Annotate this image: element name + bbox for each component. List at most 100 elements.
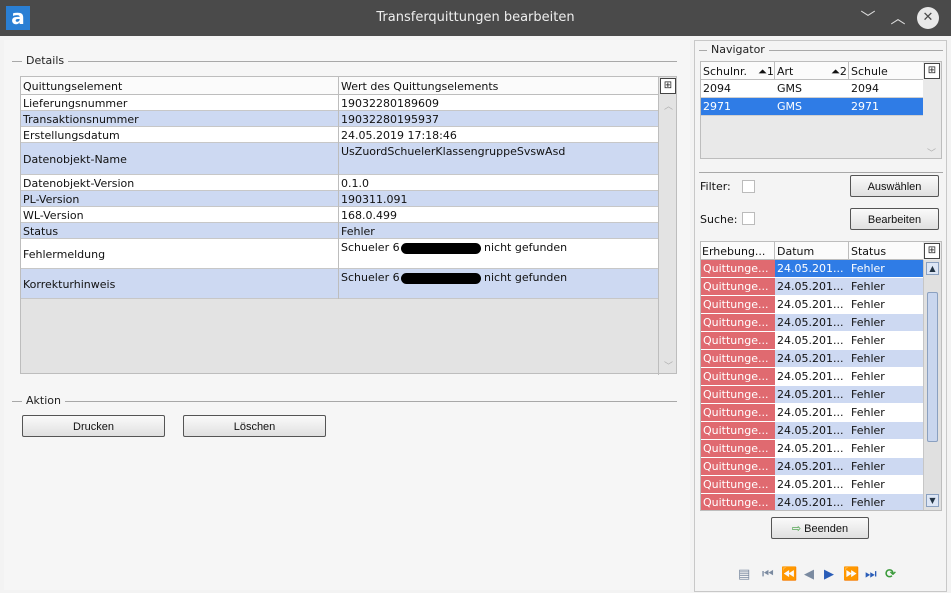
scrollbar-thumb[interactable]	[927, 292, 938, 442]
table-menu-icon[interactable]: ⊞	[924, 63, 940, 79]
table-row[interactable]: WL-Version 168.0.499	[21, 207, 658, 223]
receipt-log-table[interactable]: Erhebung... Datum Status ⊞ Quittunge... …	[700, 241, 942, 511]
cell-datum: 24.05.201...	[777, 298, 844, 311]
scroll-down-icon[interactable]: ﹀	[664, 359, 673, 372]
last-record-icon[interactable]: ⏭	[865, 567, 877, 582]
table-row[interactable]: Fehlermeldung Schueler 6 nicht gefunden	[21, 239, 658, 269]
cell-erhebung: Quittunge...	[701, 476, 775, 493]
column-header-schulnr[interactable]: Schulnr.	[703, 65, 747, 78]
finish-button-label: Beenden	[804, 523, 849, 535]
next-record-icon[interactable]: ▶	[824, 567, 834, 582]
scroll-up-icon[interactable]: ▲	[926, 262, 939, 275]
scroll-up-icon[interactable]: ︿	[664, 99, 673, 112]
navigator-group-label: Navigator	[707, 43, 769, 56]
left-panel: Details Quittungselement Wert des Quittu…	[4, 40, 690, 590]
table-row[interactable]: Quittunge... 24.05.201... Fehler	[701, 278, 923, 296]
table-row[interactable]: Datenobjekt-Version 0.1.0	[21, 175, 658, 191]
table-menu-icon[interactable]: ⊞	[924, 243, 940, 259]
cell-label: Lieferungsnummer	[23, 97, 128, 110]
details-table[interactable]: Quittungselement Wert des Quittungseleme…	[20, 76, 677, 375]
table-row[interactable]: Quittunge... 24.05.201... Fehler	[701, 386, 923, 404]
close-button[interactable]: ✕	[917, 7, 939, 29]
table-row[interactable]: Quittunge... 24.05.201... Fehler	[701, 458, 923, 476]
cell-status: Fehler	[851, 262, 885, 275]
table-row[interactable]: Quittunge... 24.05.201... Fehler	[701, 368, 923, 386]
select-button[interactable]: Auswählen	[850, 175, 939, 197]
cell-art: GMS	[777, 100, 802, 113]
previous-record-icon[interactable]: ◀	[804, 567, 814, 582]
column-separator	[338, 77, 339, 299]
column-header-art[interactable]: Art	[777, 65, 793, 78]
filter-checkbox[interactable]	[742, 180, 755, 193]
table-row[interactable]: 2094 GMS 2094	[701, 80, 923, 98]
cell-label: Fehlermeldung	[23, 248, 106, 261]
cell-status: Fehler	[851, 370, 885, 383]
sort-order: 1	[766, 65, 774, 78]
cell-value: 0.1.0	[341, 177, 369, 190]
table-row[interactable]: Quittunge... 24.05.201... Fehler	[701, 404, 923, 422]
cell-value: 168.0.499	[341, 209, 397, 222]
cell-label: Datenobjekt-Name	[23, 153, 127, 166]
table-row-selected[interactable]: Quittunge... 24.05.201... Fehler	[701, 260, 923, 278]
table-row[interactable]: PL-Version 190311.091	[21, 191, 658, 207]
cell-status: Fehler	[851, 298, 885, 311]
print-button[interactable]: Drucken	[22, 415, 165, 437]
scroll-down-icon[interactable]: ﹀	[927, 146, 936, 159]
column-header-element[interactable]: Quittungselement	[23, 80, 122, 93]
table-row[interactable]: Quittunge... 24.05.201... Fehler	[701, 476, 923, 494]
column-header-status[interactable]: Status	[851, 245, 886, 258]
cell-label: Korrekturhinweis	[23, 278, 116, 291]
cell-value-suffix: nicht gefunden	[484, 241, 568, 254]
cell-schulnr: 2094	[703, 82, 731, 95]
table-row[interactable]: Transaktionsnummer 19032280195937	[21, 111, 658, 127]
table-row[interactable]: Quittunge... 24.05.201... Fehler	[701, 440, 923, 458]
table-row[interactable]: Status Fehler	[21, 223, 658, 239]
cell-erhebung: Quittunge...	[701, 422, 775, 439]
column-header-schule[interactable]: Schule	[851, 65, 888, 78]
first-record-icon[interactable]: ⏮	[762, 567, 774, 582]
school-table-header: Schulnr. ⏶1 Art ⏶2 Schule	[701, 62, 923, 80]
table-row[interactable]: Quittunge... 24.05.201... Fehler	[701, 494, 923, 510]
column-separator	[658, 77, 659, 375]
window-titlebar: a Transferquittungen bearbeiten ﹀ ︿ ✕	[0, 0, 951, 36]
cell-erhebung: Quittunge...	[701, 332, 775, 349]
column-header-erhebung[interactable]: Erhebung...	[702, 245, 765, 258]
cell-erhebung: Quittunge...	[701, 404, 775, 421]
cell-status: Fehler	[851, 334, 885, 347]
cell-erhebung: Quittunge...	[701, 278, 775, 295]
details-group-line	[12, 61, 677, 62]
table-row-selected[interactable]: 2971 GMS 2971	[701, 98, 923, 116]
copy-icon[interactable]: ▤	[738, 567, 750, 582]
cell-label: Erstellungsdatum	[23, 129, 120, 142]
search-checkbox[interactable]	[742, 212, 755, 225]
minimize-button[interactable]: ﹀	[857, 7, 879, 29]
finish-button[interactable]: ⇨ Beenden	[771, 517, 869, 539]
table-row[interactable]: Quittunge... 24.05.201... Fehler	[701, 422, 923, 440]
cell-label: Transaktionsnummer	[23, 113, 139, 126]
cell-schule: 2094	[851, 82, 879, 95]
table-row[interactable]: Quittunge... 24.05.201... Fehler	[701, 350, 923, 368]
previous-page-icon[interactable]: ⏪	[781, 567, 797, 582]
next-page-icon[interactable]: ⏩	[843, 567, 859, 582]
school-table[interactable]: Schulnr. ⏶1 Art ⏶2 Schule ⊞ 2094 GMS 209…	[700, 61, 942, 159]
table-row[interactable]: Datenobjekt-Name UsZuordSchuelerKlasseng…	[21, 143, 658, 175]
table-row[interactable]: Erstellungsdatum 24.05.2019 17:18:46	[21, 127, 658, 143]
table-row[interactable]: Quittunge... 24.05.201... Fehler	[701, 296, 923, 314]
aktion-group-line	[12, 401, 677, 402]
table-row[interactable]: Quittunge... 24.05.201... Fehler	[701, 314, 923, 332]
table-row[interactable]: Quittunge... 24.05.201... Fehler	[701, 332, 923, 350]
cell-datum: 24.05.201...	[777, 262, 844, 275]
maximize-button[interactable]: ︿	[887, 7, 909, 29]
refresh-icon[interactable]: ⟳	[885, 567, 896, 582]
table-row[interactable]: Lieferungsnummer 19032280189609	[21, 95, 658, 111]
edit-button[interactable]: Bearbeiten	[850, 208, 939, 230]
cell-erhebung: Quittunge...	[701, 368, 775, 385]
cell-label: Status	[23, 225, 59, 238]
column-header-datum[interactable]: Datum	[777, 245, 814, 258]
log-scrollbar[interactable]: ▲ ▼	[923, 260, 941, 510]
table-menu-icon[interactable]: ⊞	[660, 78, 676, 94]
table-row[interactable]: Korrekturhinweis Schueler 6 nicht gefund…	[21, 269, 658, 299]
column-header-value[interactable]: Wert des Quittungselements	[341, 80, 498, 93]
delete-button[interactable]: Löschen	[183, 415, 326, 437]
scroll-down-icon[interactable]: ▼	[926, 494, 939, 507]
